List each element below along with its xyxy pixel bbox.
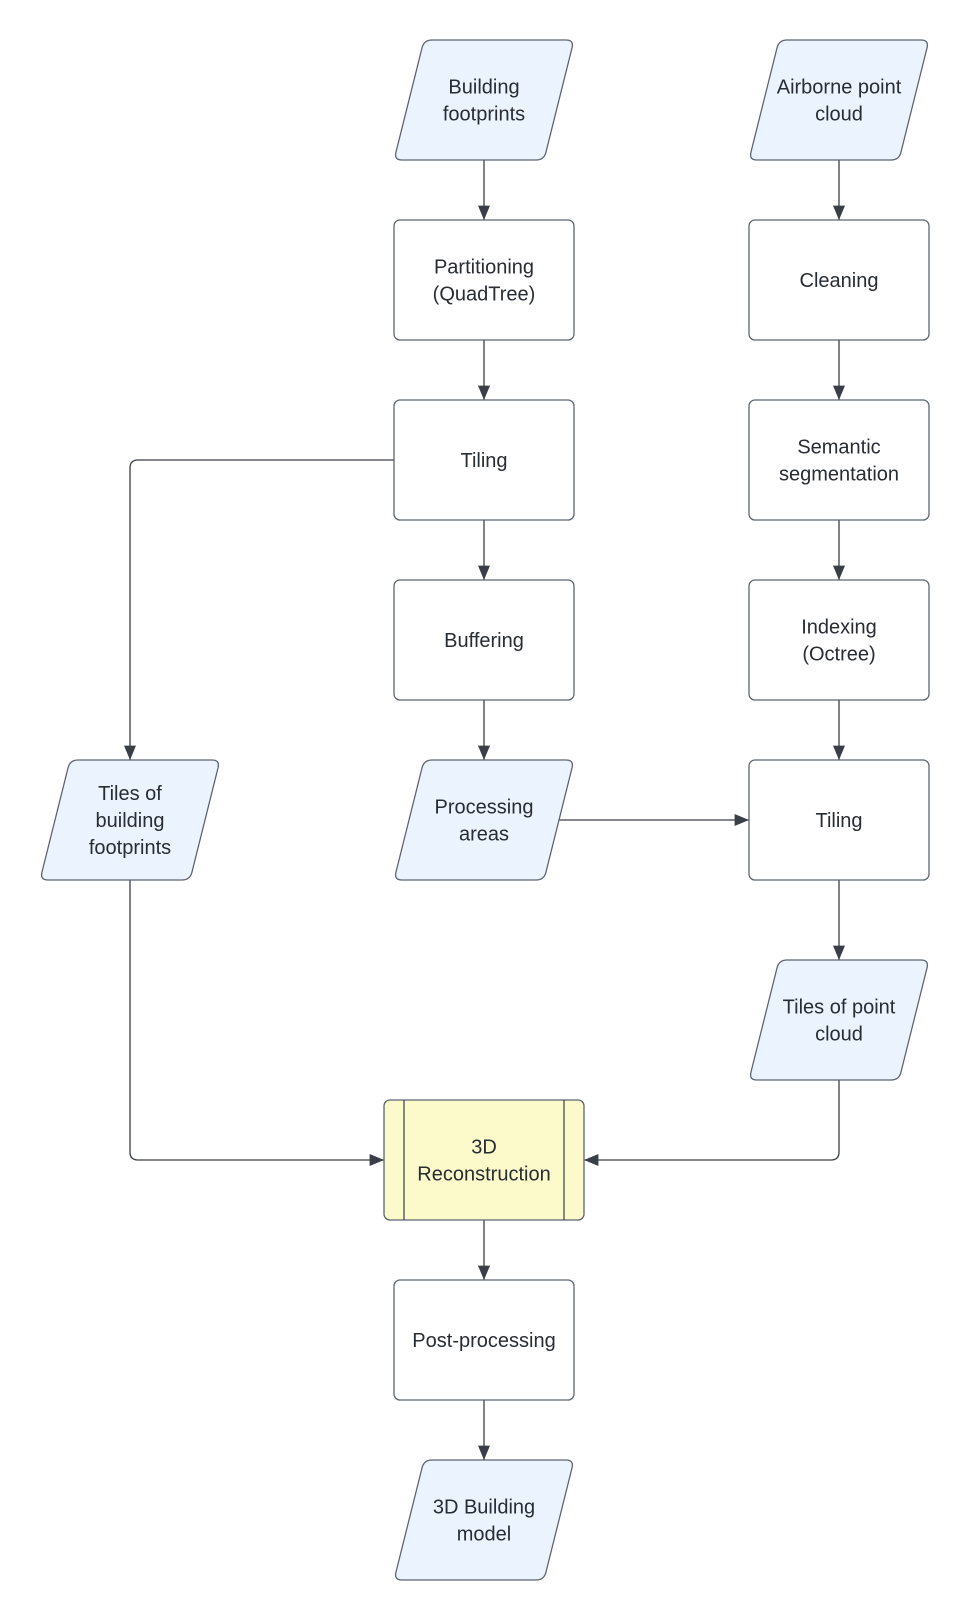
node-label: Cleaning (800, 270, 879, 292)
connector-line (129, 459, 394, 760)
data-shape (749, 39, 929, 161)
node-label: Building (448, 77, 519, 99)
arrowhead-icon (833, 565, 845, 580)
node-label: Partitioning (434, 257, 534, 279)
edge-cleaning-to-semantic-segmentation (833, 340, 845, 400)
arrowhead-icon (833, 745, 845, 760)
node-label: Post-processing (412, 1330, 555, 1352)
node-label: building (96, 810, 165, 832)
edge-semantic-segmentation-to-indexing (833, 520, 845, 580)
node-label: (Octree) (802, 644, 875, 666)
node-label: cloud (815, 104, 863, 126)
node-label: cloud (815, 1024, 863, 1046)
arrowhead-icon (478, 565, 490, 580)
edge-reconstruction-to-post-processing (478, 1220, 490, 1280)
node-label: Buffering (444, 630, 524, 652)
arrowhead-icon (584, 1154, 599, 1166)
node-label: Tiling (460, 450, 507, 472)
node-label: (QuadTree) (433, 284, 536, 306)
node-partitioning[interactable]: Partitioning (QuadTree) (393, 219, 575, 341)
arrowhead-icon (478, 1265, 490, 1280)
node-post-processing[interactable]: Post-processing (393, 1279, 575, 1401)
node-label: footprints (443, 104, 525, 126)
node-label: Indexing (801, 617, 877, 639)
node-label: segmentation (779, 464, 899, 486)
node-buffering[interactable]: Buffering (393, 579, 575, 701)
node-building-model[interactable]: 3D Building model (394, 1459, 574, 1581)
edge-buffering-to-processing-areas (478, 700, 490, 760)
arrowhead-icon (833, 205, 845, 220)
node-tiles-point-cloud[interactable]: Tiles of point cloud (749, 959, 929, 1081)
arrowhead-icon (478, 745, 490, 760)
node-label: Tiles of (98, 783, 162, 805)
connector-line (129, 880, 384, 1161)
edge-tiling-footprints-to-buffering (478, 520, 490, 580)
node-label: footprints (89, 837, 171, 859)
node-label: Tiles of point (783, 997, 896, 1019)
node-label: Reconstruction (417, 1164, 550, 1186)
node-building-footprints[interactable]: Building footprints (394, 39, 574, 161)
node-semantic-segmentation[interactable]: Semantic segmentation (748, 399, 930, 521)
arrowhead-icon (833, 945, 845, 960)
subprocess-shape (383, 1099, 585, 1221)
node-tiles-building-footprints[interactable]: Tiles of building footprints (40, 759, 220, 881)
node-label: Semantic (797, 437, 880, 459)
node-label: Airborne point (777, 77, 902, 99)
nodes-layer: Building footprints Airborne point cloud Par… (40, 39, 930, 1581)
node-label: 3D (471, 1137, 497, 1159)
edge-processing-areas-to-tiling-pointcloud (559, 814, 749, 826)
arrowhead-icon (369, 1154, 384, 1166)
edge-building-footprints-to-partitioning (478, 160, 490, 220)
node-label: Processing (435, 797, 534, 819)
arrowhead-icon (478, 1445, 490, 1460)
process-shape (748, 399, 930, 521)
edge-tiling-pointcloud-to-tiles-point-cloud (833, 880, 845, 960)
node-tiling-pointcloud[interactable]: Tiling (748, 759, 930, 881)
data-shape (394, 759, 574, 881)
data-shape (749, 959, 929, 1081)
node-label: areas (459, 824, 509, 846)
process-shape (748, 579, 930, 701)
arrowhead-icon (734, 814, 749, 826)
flowchart: Building footprints Airborne point cloud Par… (40, 39, 930, 1581)
edge-partitioning-to-tiling-footprints (478, 340, 490, 400)
node-label: 3D Building (433, 1497, 535, 1519)
process-shape (393, 219, 575, 341)
node-cleaning[interactable]: Cleaning (748, 219, 930, 341)
arrowhead-icon (478, 205, 490, 220)
node-reconstruction[interactable]: 3D Reconstruction (383, 1099, 585, 1221)
data-shape (394, 1459, 574, 1581)
arrowhead-icon (833, 385, 845, 400)
node-indexing[interactable]: Indexing (Octree) (748, 579, 930, 701)
edge-tiles-point-cloud-to-reconstruction (584, 1080, 840, 1166)
data-shape (394, 39, 574, 161)
arrowhead-icon (478, 385, 490, 400)
edge-tiles-building-footprints-to-reconstruction (129, 880, 384, 1166)
node-airborne-point-cloud[interactable]: Airborne point cloud (749, 39, 929, 161)
edge-airborne-point-cloud-to-cleaning (833, 160, 845, 220)
edge-tiling-footprints-to-tiles-building-footprints (124, 459, 394, 760)
node-label: Tiling (815, 810, 862, 832)
edge-post-processing-to-building-model (478, 1400, 490, 1460)
arrowhead-icon (124, 745, 136, 760)
node-tiling-footprints[interactable]: Tiling (393, 399, 575, 521)
node-processing-areas[interactable]: Processing areas (394, 759, 574, 881)
node-label: model (457, 1524, 511, 1546)
edge-indexing-to-tiling-pointcloud (833, 700, 845, 760)
connector-line (584, 1080, 840, 1161)
